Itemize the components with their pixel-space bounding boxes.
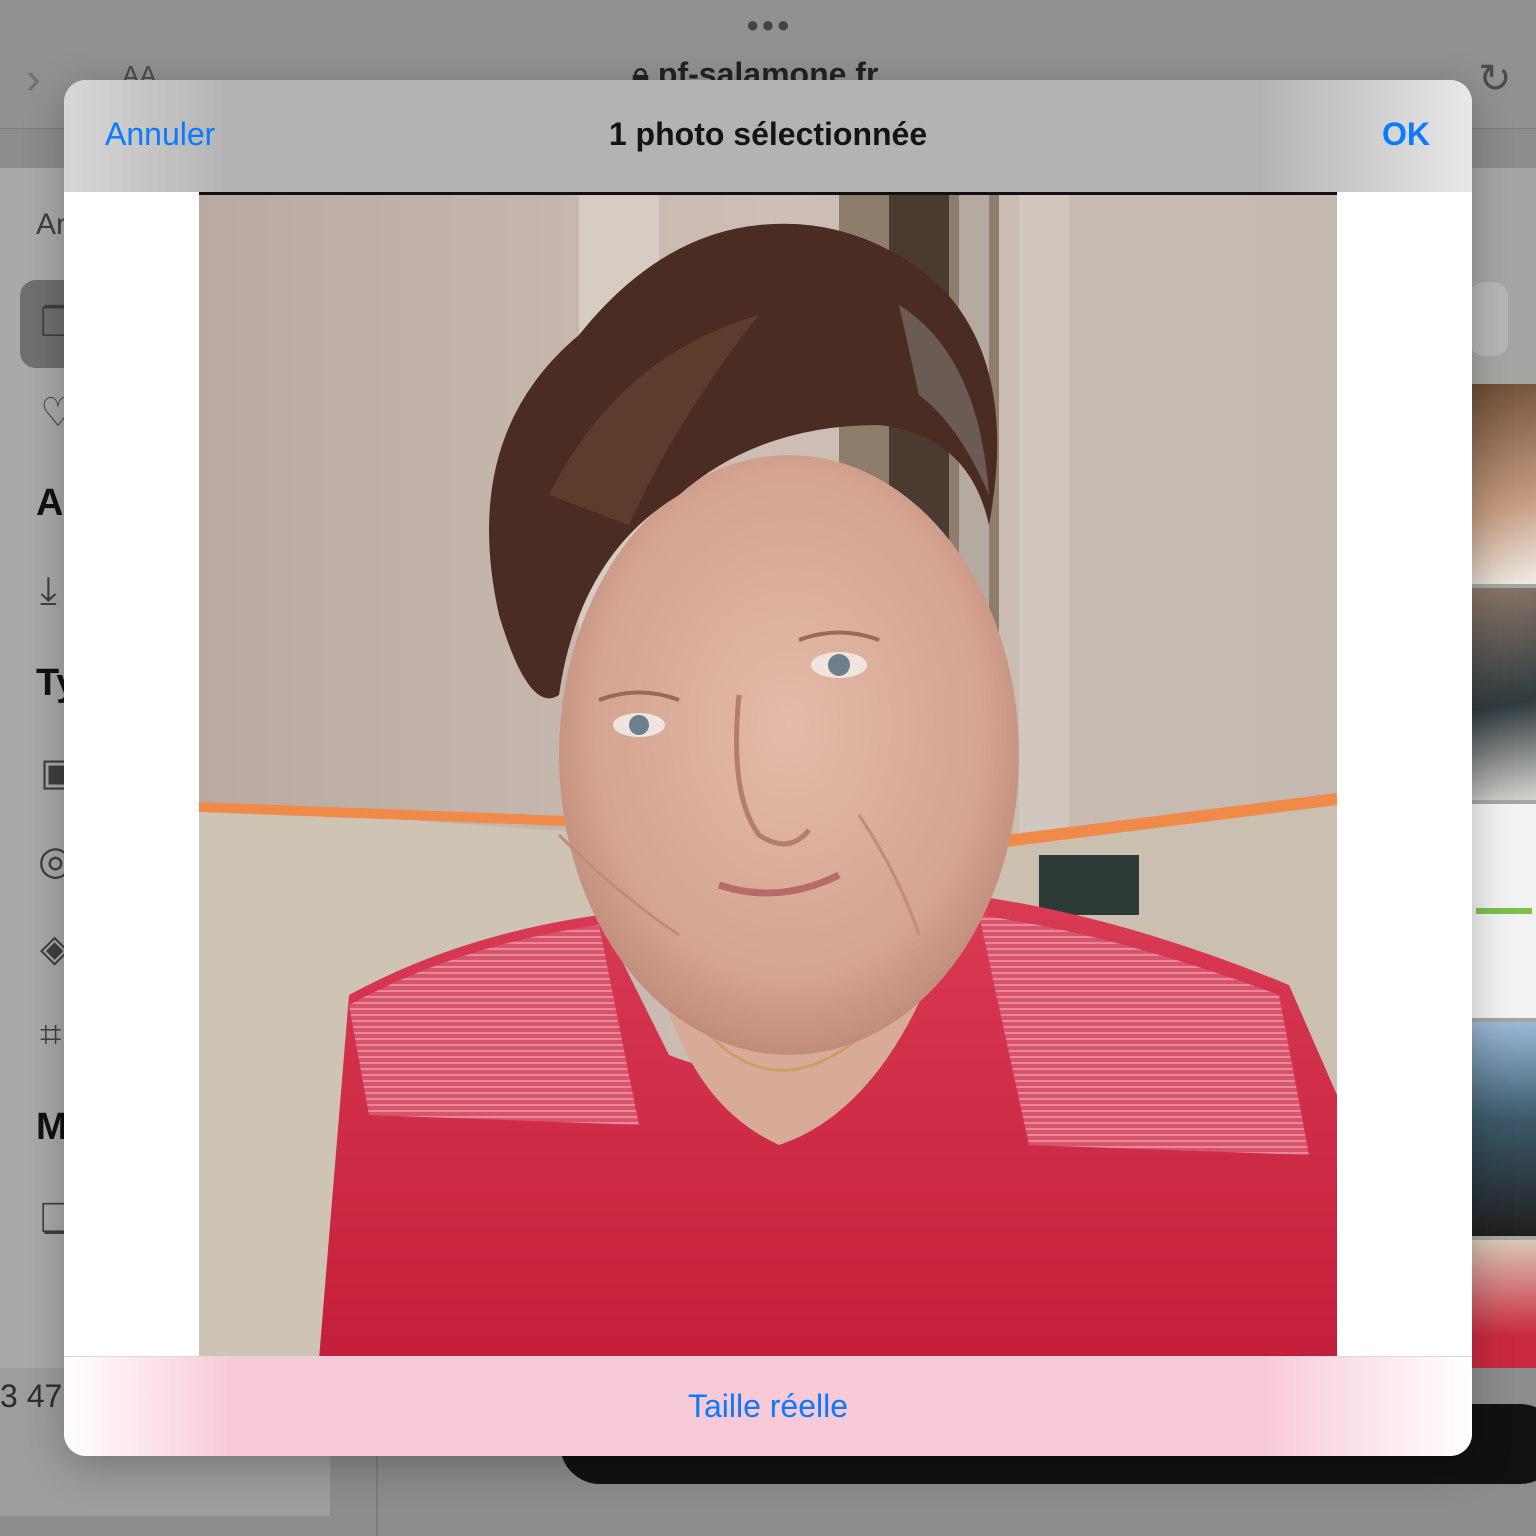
more-dots-icon: ●●● xyxy=(746,12,792,37)
import-icon[interactable]: ⤓ xyxy=(40,570,57,613)
photo-preview-area xyxy=(64,192,1472,1356)
photo-thumbnail[interactable] xyxy=(1472,384,1536,584)
forward-icon[interactable]: › xyxy=(26,54,41,104)
photo-selection-sheet: Annuler 1 photo sélectionnée OK Taille r… xyxy=(64,80,1472,1456)
ok-button[interactable]: OK xyxy=(1382,116,1430,153)
photo-thumbnail[interactable] xyxy=(1472,588,1536,800)
sheet-footer: Taille réelle xyxy=(64,1356,1472,1456)
selected-photo-preview xyxy=(199,192,1337,1356)
image-size-option-button[interactable]: Taille réelle xyxy=(64,1387,1472,1426)
sidebar-section-more: M xyxy=(36,1106,68,1148)
microphone-icon[interactable] xyxy=(1470,282,1508,356)
reload-icon[interactable]: ↻ xyxy=(1478,56,1512,102)
sidebar-section-albums: A xyxy=(36,482,64,524)
photo-count: 3 47 xyxy=(0,1378,63,1414)
screenshot-thumb-bar xyxy=(1476,908,1532,914)
photo-thumbnail[interactable] xyxy=(1472,1022,1536,1236)
screenshot-icon[interactable]: ⌗ xyxy=(40,1014,61,1057)
sheet-title: 1 photo sélectionnée xyxy=(608,116,928,152)
photo-thumbnail[interactable] xyxy=(1472,1240,1536,1368)
divider xyxy=(376,1456,378,1536)
photo-thumbnail[interactable] xyxy=(1472,804,1536,1018)
sheet-header: Annuler 1 photo sélectionnée OK xyxy=(64,80,1472,193)
portrait-photo xyxy=(199,195,1337,1356)
